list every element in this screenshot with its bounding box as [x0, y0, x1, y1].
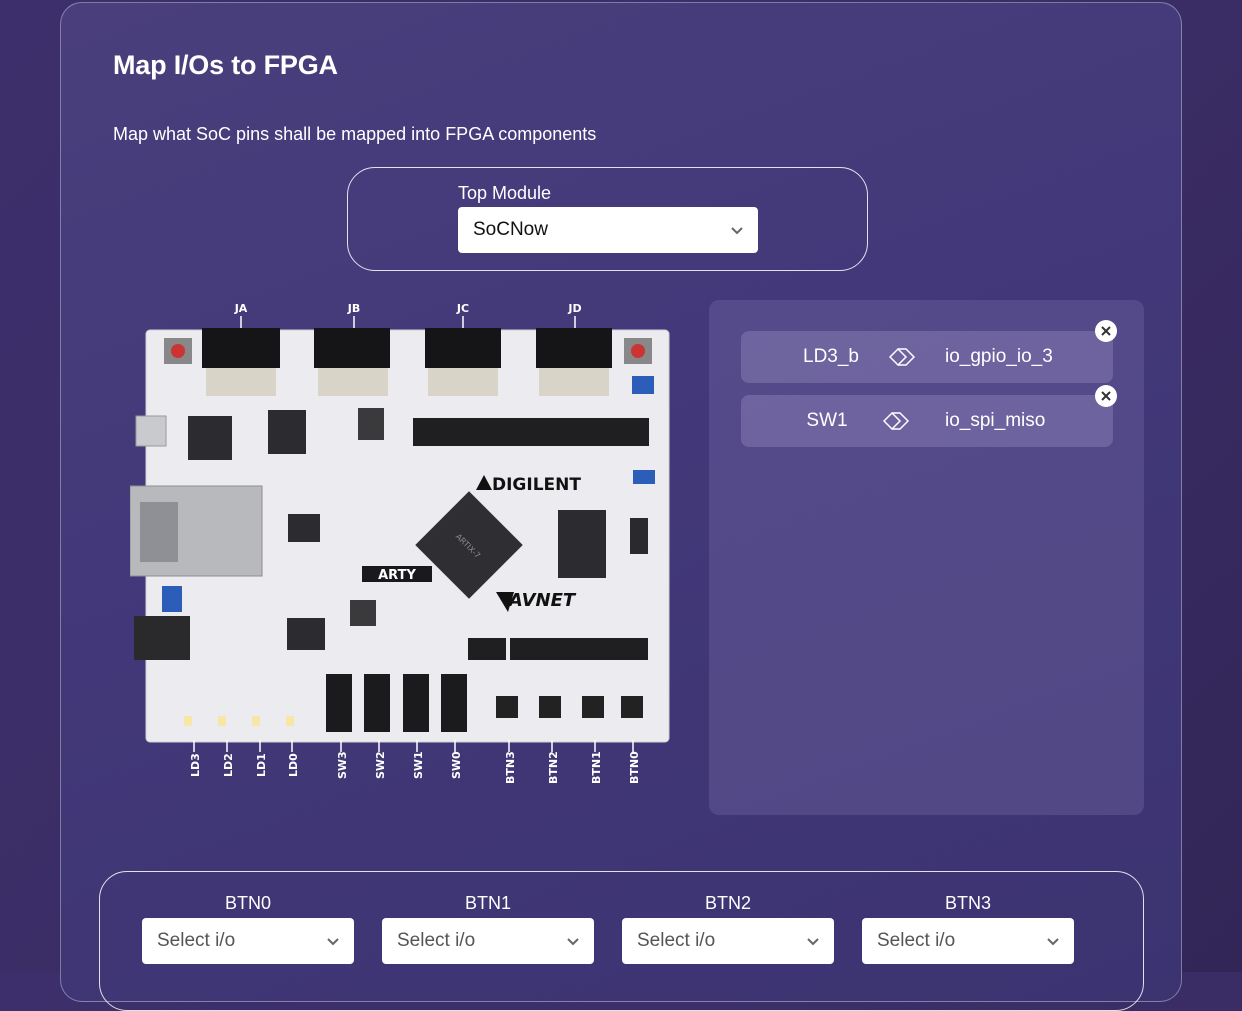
led-ld0[interactable] — [286, 716, 294, 726]
io-select-placeholder: Select i/o — [157, 930, 236, 951]
led-label-ld1: LD1 — [255, 753, 268, 777]
io-label-btn3: BTN3 — [944, 893, 991, 913]
io-label-btn0: BTN0 — [224, 893, 271, 913]
button-label-btn1: BTN1 — [590, 751, 603, 784]
top-module-value: SoCNow — [473, 219, 548, 240]
io-select-btn2[interactable]: Select i/o — [622, 918, 834, 964]
fpga-board-image[interactable]: JA JB JC JD ARTIX-7 DIGILENT ARTY AVNET … — [130, 300, 675, 790]
io-label-btn2: BTN2 — [704, 893, 751, 913]
led-ld3[interactable] — [184, 716, 192, 726]
mapping-fpga-pin: SW1 — [806, 410, 848, 431]
mapping-row: LD3_b io_gpio_io_3 — [741, 331, 1113, 383]
close-icon — [1101, 326, 1111, 336]
switch-sw3[interactable] — [326, 674, 352, 732]
header-label-jc: JC — [456, 302, 469, 315]
io-label-btn1: BTN1 — [464, 893, 511, 913]
double-chevron-right-icon — [882, 411, 910, 431]
switch-sw1[interactable] — [403, 674, 429, 732]
switch-label-sw3: SW3 — [336, 751, 349, 779]
header-label-jb: JB — [347, 302, 360, 315]
led-label-ld2: LD2 — [222, 753, 235, 777]
chevron-down-icon — [731, 227, 743, 235]
header-label-jd: JD — [567, 302, 581, 315]
button-btn3[interactable] — [496, 696, 518, 718]
page-subtitle: Map what SoC pins shall be mapped into F… — [113, 124, 597, 144]
top-module-label: Top Module — [458, 183, 552, 203]
pmod-ja[interactable] — [202, 328, 280, 368]
chevron-down-icon — [1047, 938, 1059, 946]
button-btn0[interactable] — [621, 696, 643, 718]
led-label-ld0: LD0 — [287, 753, 300, 777]
board-model-logo: ARTY — [378, 568, 416, 583]
switch-label-sw0: SW0 — [450, 751, 463, 779]
io-select-btn1[interactable]: Select i/o — [382, 918, 594, 964]
pmod-jc[interactable] — [425, 328, 501, 368]
page-title: Map I/Os to FPGA — [113, 50, 338, 80]
mapping-row: SW1 io_spi_miso — [741, 395, 1113, 447]
button-btn2[interactable] — [539, 696, 561, 718]
button-label-btn0: BTN0 — [628, 751, 641, 784]
chevron-down-icon — [567, 938, 579, 946]
io-select-placeholder: Select i/o — [637, 930, 716, 951]
button-label-btn2: BTN2 — [547, 751, 560, 784]
io-select-btn0[interactable]: Select i/o — [142, 918, 354, 964]
board-vendor-logo: AVNET — [507, 590, 577, 611]
chevron-down-icon — [807, 938, 819, 946]
pmod-jb[interactable] — [314, 328, 390, 368]
switch-sw2[interactable] — [364, 674, 390, 732]
mapping-soc-pin: io_spi_miso — [945, 410, 1046, 431]
header-label-ja: JA — [234, 302, 248, 315]
mapping-soc-pin: io_gpio_io_3 — [945, 346, 1053, 367]
remove-mapping-button[interactable] — [1095, 385, 1117, 407]
button-label-btn3: BTN3 — [504, 751, 517, 784]
chevron-down-icon — [327, 938, 339, 946]
board-brand-logo: DIGILENT — [492, 475, 581, 495]
top-module-select[interactable]: SoCNow — [458, 207, 758, 253]
mapping-fpga-pin: LD3_b — [803, 346, 859, 367]
io-select-placeholder: Select i/o — [877, 930, 956, 951]
led-ld2[interactable] — [218, 716, 226, 726]
led-ld1[interactable] — [252, 716, 260, 726]
button-btn1[interactable] — [582, 696, 604, 718]
switch-label-sw1: SW1 — [412, 751, 425, 779]
led-label-ld3: LD3 — [189, 753, 202, 777]
switch-sw0[interactable] — [441, 674, 467, 732]
io-select-placeholder: Select i/o — [397, 930, 476, 951]
remove-mapping-button[interactable] — [1095, 320, 1117, 342]
io-select-btn3[interactable]: Select i/o — [862, 918, 1074, 964]
double-chevron-right-icon — [888, 347, 916, 367]
pmod-jd[interactable] — [536, 328, 612, 368]
switch-label-sw2: SW2 — [374, 751, 387, 779]
close-icon — [1101, 391, 1111, 401]
